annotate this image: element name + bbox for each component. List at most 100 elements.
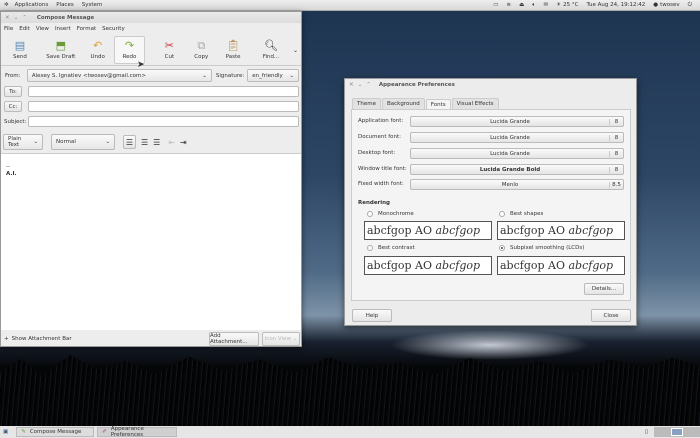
expand-icon[interactable]: + (4, 336, 9, 342)
chevron-down-icon: ⌄ (33, 139, 38, 145)
send-button[interactable]: ▤ Send (4, 36, 36, 64)
desktop-font-label: Desktop font: (358, 150, 396, 156)
show-attachment-bar-toggle[interactable]: Show Attachment Bar (12, 336, 72, 342)
chevron-down-icon: ⌄ (202, 72, 207, 79)
best-contrast-radio[interactable]: Best contrast (367, 245, 415, 251)
window-title: Appearance Preferences (378, 81, 455, 88)
application-font-button[interactable]: Lucida Grande 8 (410, 116, 624, 127)
monochrome-preview[interactable]: abcfgop AO abcfgop (364, 221, 492, 240)
close-icon[interactable]: ✕ (5, 15, 10, 21)
toolbar-overflow-chevron-icon[interactable]: ⌄ (293, 47, 298, 54)
monochrome-radio[interactable]: Monochrome (367, 211, 414, 217)
from-label: From: (5, 72, 21, 79)
volume-icon[interactable]: 🔈︎ (532, 2, 535, 9)
workspace-switcher[interactable] (654, 427, 700, 437)
trash-icon[interactable]: ▯ (645, 429, 648, 435)
align-right-icon[interactable]: ☰ (153, 138, 160, 147)
menu-places[interactable]: Places (56, 2, 74, 8)
copy-button[interactable]: ⧉ Copy (185, 36, 217, 64)
align-left-button[interactable]: ☰ (123, 135, 136, 149)
taskbar-item-compose[interactable]: ✎ Compose Message (16, 427, 95, 437)
mail-icon[interactable]: ✉︎ (544, 2, 549, 8)
cut-button[interactable]: ✂ Cut (153, 36, 185, 64)
undo-button[interactable]: ↶ Undo (82, 36, 114, 64)
signature-label: Signature: (215, 72, 245, 79)
outdent-icon[interactable]: ⇤ (168, 138, 175, 147)
find-button[interactable]: 🔍︎ Find... (255, 36, 287, 64)
close-icon[interactable]: ✕ (349, 82, 354, 88)
compose-titlebar[interactable]: ✕ ⌄ ⌃ Compose Message (1, 12, 301, 23)
chevron-down-icon: ⌄ (105, 139, 110, 145)
undo-icon: ↶ (93, 39, 103, 52)
format-mode-select[interactable]: Plain Text ⌄ (3, 134, 43, 150)
menubar: File Edit View Insert Format Security (1, 23, 301, 35)
indent-icon[interactable]: ⇥ (180, 138, 187, 147)
network-icon[interactable]: ⏏ (519, 2, 524, 8)
menu-format[interactable]: Format (77, 26, 96, 32)
signature-select[interactable]: en_friendly ⌄ (247, 69, 299, 82)
clock[interactable]: Tue Aug 24, 19:12:42 (586, 2, 645, 8)
menu-applications[interactable]: Applications (15, 2, 49, 8)
help-button[interactable]: Help (352, 309, 392, 322)
window-title-font-button[interactable]: Lucida Grande Bold 8 (410, 164, 624, 175)
align-center-icon[interactable]: ☰ (141, 138, 148, 147)
details-button[interactable]: Details... (584, 283, 624, 295)
tab-background[interactable]: Background (381, 98, 425, 109)
menu-security[interactable]: Security (102, 26, 125, 32)
tab-visual-effects[interactable]: Visual Effects (451, 98, 499, 109)
compose-window: ✕ ⌄ ⌃ Compose Message File Edit View Ins… (0, 11, 302, 347)
chevron-down-icon: ⌄ (289, 72, 294, 79)
wallpaper-moon (390, 330, 590, 360)
from-select[interactable]: Alexey S. Ignatiev <twosev@gmail.com> ⌄ (26, 69, 212, 82)
compose-icon: ✎ (21, 429, 26, 435)
show-desktop-icon[interactable]: ▣ (3, 429, 8, 435)
save-draft-button[interactable]: ⬒ Save Draft (40, 36, 82, 64)
document-font-button[interactable]: Lucida Grande 8 (410, 132, 624, 143)
cc-input[interactable] (28, 101, 299, 112)
user-menu[interactable]: twosev (660, 2, 680, 8)
scissors-icon: ✂ (164, 39, 174, 52)
battery-icon[interactable]: ▭ (493, 2, 498, 8)
menu-edit[interactable]: Edit (19, 26, 30, 32)
mouse-cursor-icon: ➤ (137, 60, 145, 70)
tab-theme[interactable]: Theme (352, 98, 381, 109)
wifi-icon[interactable]: ≋ (506, 2, 511, 8)
taskbar-item-appearance[interactable]: ✐ Appearance Preferences (97, 426, 178, 438)
wallpaper-grass (0, 355, 700, 427)
temperature[interactable]: 25 °C (563, 2, 578, 8)
minimize-icon[interactable]: ⌄ (358, 82, 363, 88)
best-shapes-radio[interactable]: Best shapes (499, 211, 543, 217)
fixed-width-font-label: Fixed width font: (358, 181, 404, 187)
close-button[interactable]: Close (591, 309, 631, 322)
appearance-titlebar[interactable]: ✕ ⌄ ⌃ Appearance Preferences (345, 79, 636, 90)
paragraph-style-select[interactable]: Normal ⌄ (51, 134, 115, 150)
subpixel-smoothing-preview[interactable]: abcfgop AO abcfgop (497, 256, 625, 275)
to-button[interactable]: To: (4, 86, 22, 97)
best-shapes-preview[interactable]: abcfgop AO abcfgop (497, 221, 625, 240)
subpixel-smoothing-radio[interactable]: Subpixel smoothing (LCDs) (499, 245, 584, 251)
application-font-label: Application font: (358, 118, 404, 124)
window-title-font-label: Window title font: (358, 166, 407, 172)
menu-insert[interactable]: Insert (55, 26, 71, 32)
menu-file[interactable]: File (4, 26, 13, 32)
add-attachment-button[interactable]: Add Attachment... (209, 332, 259, 346)
best-contrast-preview[interactable]: abcfgop AO abcfgop (364, 256, 492, 275)
power-icon[interactable]: ⏻ (688, 2, 692, 9)
minimize-icon[interactable]: ⌄ (14, 15, 19, 21)
to-input[interactable] (28, 86, 299, 97)
maximize-icon[interactable]: ⌃ (22, 15, 27, 21)
top-panel: ✲ Applications Places System ▭ ≋ ⏏ 🔈︎ ✉︎… (0, 0, 700, 11)
icon-view-select[interactable]: Icon View ⌄ (262, 332, 300, 346)
menu-system[interactable]: System (82, 2, 103, 8)
fixed-width-font-button[interactable]: Menlo 8.5 (410, 179, 624, 190)
maximize-icon[interactable]: ⌃ (366, 82, 371, 88)
ubuntu-logo-icon[interactable]: ✲ (4, 2, 9, 8)
desktop-font-button[interactable]: Lucida Grande 8 (410, 148, 624, 159)
menu-view[interactable]: View (36, 26, 49, 32)
paste-button[interactable]: 📋︎ Paste (217, 36, 249, 64)
weather-icon[interactable]: ☀︎ (556, 2, 561, 8)
subject-input[interactable] (28, 116, 299, 127)
message-body[interactable]: -- A.I. (1, 153, 301, 330)
redo-icon: ↷ (124, 39, 135, 52)
cc-button[interactable]: Cc: (4, 101, 22, 112)
